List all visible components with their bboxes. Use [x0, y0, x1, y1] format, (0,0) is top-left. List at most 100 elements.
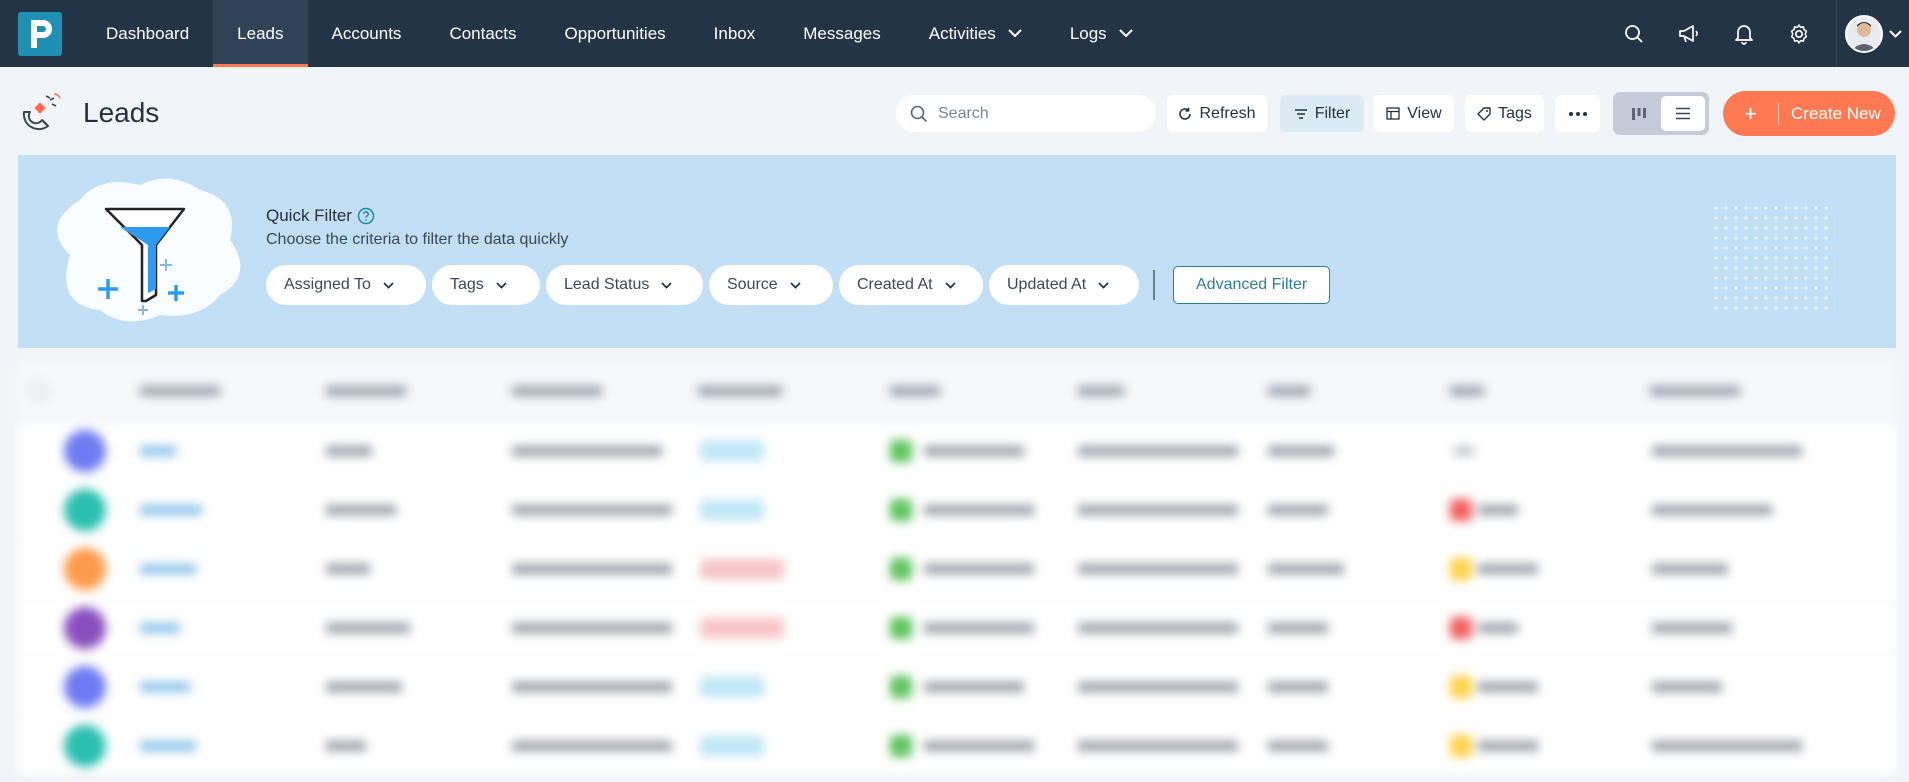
- table-row[interactable]: [18, 540, 1896, 599]
- table-header-row: [18, 360, 1896, 422]
- avatar: [64, 607, 106, 649]
- nav-contacts[interactable]: Contacts: [425, 0, 540, 67]
- nav-accounts[interactable]: Accounts: [308, 0, 426, 67]
- chip-tags[interactable]: Tags: [432, 265, 540, 305]
- table-row[interactable]: [18, 481, 1896, 540]
- nav-accounts-label: Accounts: [331, 23, 402, 43]
- chip-label: Lead Status: [564, 276, 650, 293]
- logo-p-icon: [31, 20, 52, 48]
- view-button[interactable]: View: [1374, 95, 1454, 132]
- chevron-down-icon: [661, 281, 673, 289]
- plus-icon: +: [1723, 102, 1779, 125]
- gear-icon[interactable]: [1771, 0, 1826, 67]
- chevron-down-icon: [383, 281, 394, 289]
- column-header: [1650, 385, 1740, 396]
- avatar: [64, 548, 106, 590]
- create-new-button[interactable]: + Create New: [1723, 91, 1895, 136]
- search-box[interactable]: [896, 95, 1156, 132]
- chip-assigned-to[interactable]: Assigned To: [266, 265, 426, 305]
- chip-source[interactable]: Source: [709, 265, 833, 305]
- avatar: [64, 430, 106, 472]
- tags-label: Tags: [1498, 104, 1532, 122]
- nav-inbox-label: Inbox: [713, 23, 756, 43]
- chip-label: Assigned To: [284, 276, 371, 293]
- chevron-down-icon: [1118, 29, 1133, 38]
- kanban-view-toggle[interactable]: [1617, 96, 1661, 131]
- nav-activities-label: Activities: [928, 23, 996, 43]
- column-header: [698, 385, 782, 396]
- app-logo[interactable]: [18, 12, 62, 56]
- list-view-toggle[interactable]: [1661, 96, 1705, 131]
- avatar: [64, 489, 106, 531]
- nav-opportunities[interactable]: Opportunities: [541, 0, 690, 67]
- quick-filter-title: Quick Filter: [266, 206, 375, 226]
- tag-icon: [1477, 106, 1491, 121]
- layout-toggle: [1613, 92, 1709, 135]
- top-icons: [1606, 0, 1909, 67]
- funnel-illustration-icon: [40, 175, 245, 330]
- chevron-down-icon: [496, 281, 507, 289]
- chevron-down-icon: [1888, 29, 1902, 38]
- bell-icon[interactable]: [1716, 0, 1771, 67]
- list-icon: [1675, 107, 1691, 120]
- chevron-down-icon: [1098, 281, 1109, 289]
- nav-dashboard[interactable]: Dashboard: [82, 0, 213, 67]
- top-navbar: Dashboard Leads Accounts Contacts Opport…: [0, 0, 1909, 67]
- nav-inbox[interactable]: Inbox: [690, 0, 780, 67]
- table-row[interactable]: [18, 599, 1896, 658]
- chip-lead-status[interactable]: Lead Status: [546, 265, 703, 305]
- refresh-icon: [1178, 107, 1192, 121]
- quick-filter-title-text: Quick Filter: [266, 206, 352, 225]
- create-new-label: Create New: [1791, 103, 1881, 123]
- chip-label: Created At: [857, 276, 933, 293]
- table-row[interactable]: [18, 422, 1896, 481]
- table-view-icon: [1386, 107, 1400, 120]
- chip-label: Tags: [450, 276, 484, 293]
- help-circle-icon[interactable]: [357, 207, 375, 225]
- search-icon: [910, 105, 928, 123]
- page-title: Leads: [83, 97, 160, 128]
- filter-lines-icon: [1294, 108, 1308, 120]
- chip-created-at[interactable]: Created At: [839, 265, 983, 305]
- nav-logs[interactable]: Logs: [1046, 0, 1157, 67]
- nav-leads[interactable]: Leads: [213, 0, 308, 67]
- profile-menu[interactable]: [1836, 0, 1909, 67]
- column-header: [1268, 385, 1310, 396]
- nav-messages-label: Messages: [803, 23, 881, 43]
- chevron-down-icon: [945, 281, 956, 289]
- avatar: [64, 725, 106, 767]
- refresh-button[interactable]: Refresh: [1167, 95, 1267, 132]
- nav-activities[interactable]: Activities: [905, 0, 1046, 67]
- chevron-down-icon: [790, 281, 801, 289]
- advanced-filter-button[interactable]: Advanced Filter: [1173, 266, 1331, 304]
- decorative-dot-grid: [1711, 203, 1835, 311]
- kanban-icon: [1631, 107, 1647, 121]
- nav-opportunities-label: Opportunities: [564, 23, 666, 43]
- filter-button[interactable]: Filter: [1280, 95, 1364, 132]
- leads-table-blurred: [18, 360, 1896, 782]
- table-row[interactable]: [18, 717, 1896, 776]
- quick-filter-panel: Quick Filter Choose the criteria to filt…: [18, 155, 1896, 348]
- refresh-label: Refresh: [1199, 104, 1256, 122]
- search-input[interactable]: [938, 104, 1138, 123]
- table-row[interactable]: [18, 658, 1896, 717]
- main-nav: Dashboard Leads Accounts Contacts Opport…: [82, 0, 1157, 67]
- nav-leads-label: Leads: [237, 23, 284, 43]
- column-header: [1450, 385, 1484, 396]
- tags-button[interactable]: Tags: [1465, 95, 1544, 132]
- chip-divider: [1153, 270, 1155, 300]
- select-all-checkbox[interactable]: [30, 382, 46, 399]
- chip-updated-at[interactable]: Updated At: [989, 265, 1139, 305]
- more-options-button[interactable]: [1555, 95, 1600, 132]
- nav-messages[interactable]: Messages: [779, 0, 904, 67]
- more-horizontal-icon: [1568, 111, 1588, 117]
- megaphone-icon[interactable]: [1661, 0, 1716, 67]
- avatar: [1844, 14, 1883, 53]
- search-icon[interactable]: [1606, 0, 1661, 67]
- column-header: [1078, 385, 1124, 396]
- chip-label: Source: [727, 276, 778, 293]
- avatar: [64, 666, 106, 708]
- column-header: [140, 385, 220, 396]
- chip-label: Updated At: [1007, 276, 1087, 293]
- column-header: [326, 385, 406, 396]
